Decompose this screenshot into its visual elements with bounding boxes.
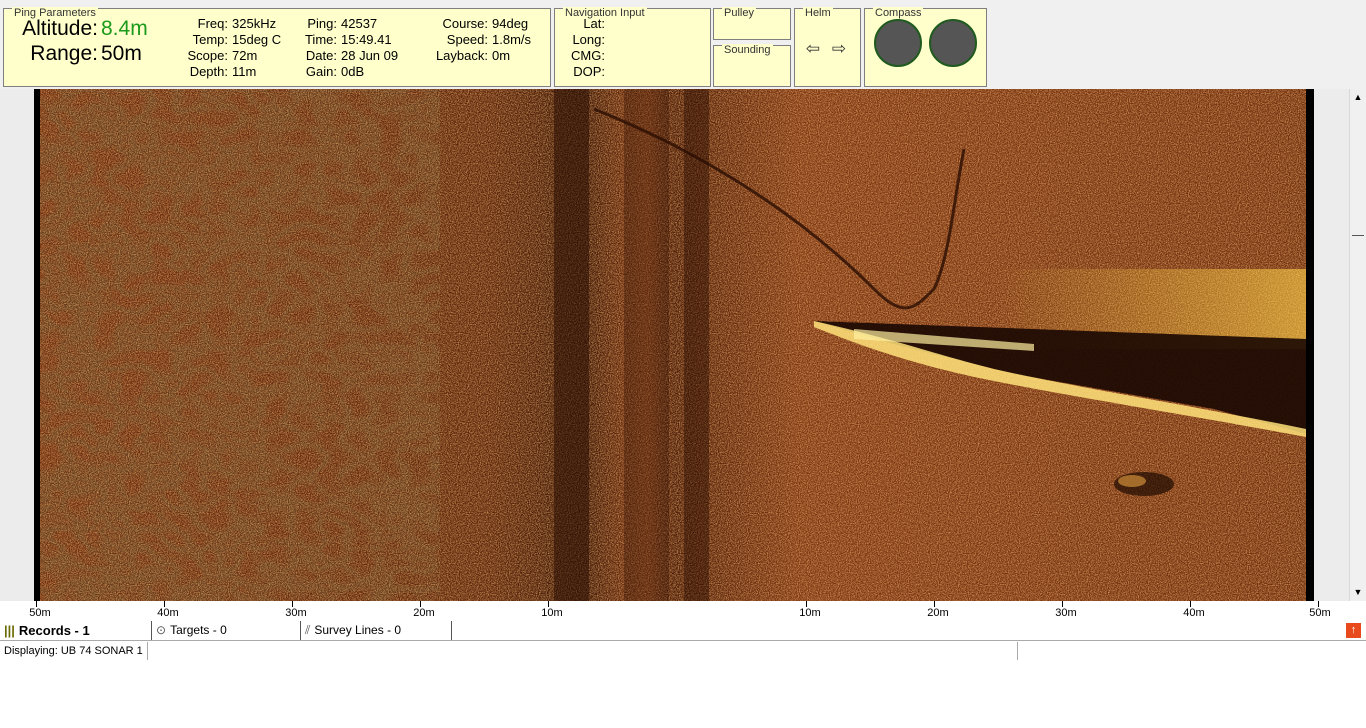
temp-label: Temp:: [192, 32, 228, 47]
axis-tick-label: 30m: [1055, 607, 1077, 619]
status-displaying-text: Displaying: UB 74 SONAR 1: [4, 645, 143, 657]
axis-tick-label: 20m: [413, 607, 435, 619]
status-panel-3: [1018, 642, 1366, 660]
vertical-scrollbar[interactable]: ▲ ▼: [1349, 89, 1366, 601]
range-label: Range:: [30, 42, 98, 65]
compass-title: Compass: [873, 7, 924, 19]
lat-label: Lat:: [583, 16, 605, 31]
depth-label: Depth:: [189, 64, 228, 79]
survey-lines-icon: ⫽: [305, 623, 311, 637]
freq-value: 325kHz: [232, 16, 277, 31]
tab-records[interactable]: ||| Records - 1: [0, 621, 152, 640]
tab-targets[interactable]: ⊙ Targets - 0: [152, 621, 301, 640]
gain-label: Gain:: [305, 64, 337, 79]
status-bar: Displaying: UB 74 SONAR 1: [0, 641, 1366, 661]
time-value: 15:49.41: [341, 32, 392, 47]
pulley-title: Pulley: [722, 7, 756, 19]
range-axis: 50m 40m 30m 20m 10m 10m 20m 30m 40m 50m: [0, 601, 1366, 621]
ping-parameters-panel: Ping Parameters Altitude: 8.4m Range: 50…: [3, 7, 551, 87]
target-icon: ⊙: [156, 623, 167, 637]
scroll-thumb[interactable]: [1352, 235, 1364, 240]
helm-panel: Helm ⇦ ⇨: [794, 7, 861, 87]
arrow-left-icon[interactable]: ⇦: [803, 40, 823, 58]
axis-tick-label: 30m: [285, 607, 307, 619]
axis-tick-label: 40m: [1183, 607, 1205, 619]
sounding-title: Sounding: [722, 44, 773, 56]
scope-value: 72m: [232, 48, 258, 63]
tab-records-label: Records - 1: [18, 623, 90, 638]
tab-targets-label: Targets - 0: [170, 623, 227, 637]
altitude-value: 8.4m: [101, 17, 148, 40]
date-label: Date:: [305, 48, 337, 63]
layback-value: 0m: [492, 48, 511, 63]
tab-survey-lines-label: Survey Lines - 0: [314, 623, 402, 637]
scroll-down-icon[interactable]: ▼: [1350, 584, 1366, 600]
compass-dial-left: [874, 19, 922, 67]
dop-label: DOP:: [573, 64, 605, 79]
course-value: 94deg: [492, 16, 529, 31]
axis-tick-label: 50m: [1309, 607, 1331, 619]
parameter-toolbar: Ping Parameters Altitude: 8.4m Range: 50…: [0, 0, 1366, 89]
arrow-right-icon[interactable]: ⇨: [829, 40, 849, 58]
cmg-label: CMG:: [571, 48, 605, 63]
helm-title: Helm: [803, 7, 833, 19]
compass-panel: Compass: [864, 7, 987, 87]
status-displaying: Displaying: UB 74 SONAR 1: [0, 642, 148, 660]
axis-tick-label: 40m: [157, 607, 179, 619]
sonar-view: [0, 89, 1349, 601]
axis-tick-label: 20m: [927, 607, 949, 619]
compass-dial-right: [929, 19, 977, 67]
pulley-panel: Pulley: [713, 7, 791, 40]
layback-label: Layback:: [435, 48, 488, 63]
scroll-up-icon[interactable]: ▲: [1350, 89, 1366, 105]
records-icon: |||: [4, 623, 15, 638]
scope-label: Scope:: [187, 48, 228, 63]
ping-label: Ping:: [307, 16, 337, 31]
sounding-panel: Sounding: [713, 44, 791, 87]
gain-value: 0dB: [341, 64, 365, 79]
tab-strip: ||| Records - 1 ⊙ Targets - 0 ⫽ Survey Line…: [0, 621, 1366, 641]
long-label: Long:: [572, 32, 605, 47]
status-panel-2: [148, 642, 1018, 660]
altitude-label: Altitude:: [22, 17, 98, 40]
sonar-waterfall-image[interactable]: [34, 89, 1314, 601]
course-label: Course:: [442, 16, 488, 31]
depth-value: 11m: [232, 64, 257, 79]
navigation-input-panel: Navigation Input Lat: Long: CMG: DOP:: [554, 7, 711, 87]
range-value: 50m: [101, 42, 142, 65]
speed-value: 1.8m/s: [492, 32, 532, 47]
upload-icon[interactable]: ↑: [1346, 623, 1361, 638]
time-label: Time:: [304, 32, 337, 47]
freq-label: Freq:: [197, 16, 228, 31]
temp-value: 15deg C: [232, 32, 282, 47]
axis-tick-label: 10m: [541, 607, 563, 619]
speed-label: Speed:: [446, 32, 488, 47]
axis-tick-label: 10m: [799, 607, 821, 619]
date-value: 28 Jun 09: [341, 48, 399, 63]
tab-survey-lines[interactable]: ⫽ Survey Lines - 0: [301, 621, 452, 640]
ping-value: 42537: [341, 16, 378, 31]
axis-tick-label: 50m: [29, 607, 51, 619]
